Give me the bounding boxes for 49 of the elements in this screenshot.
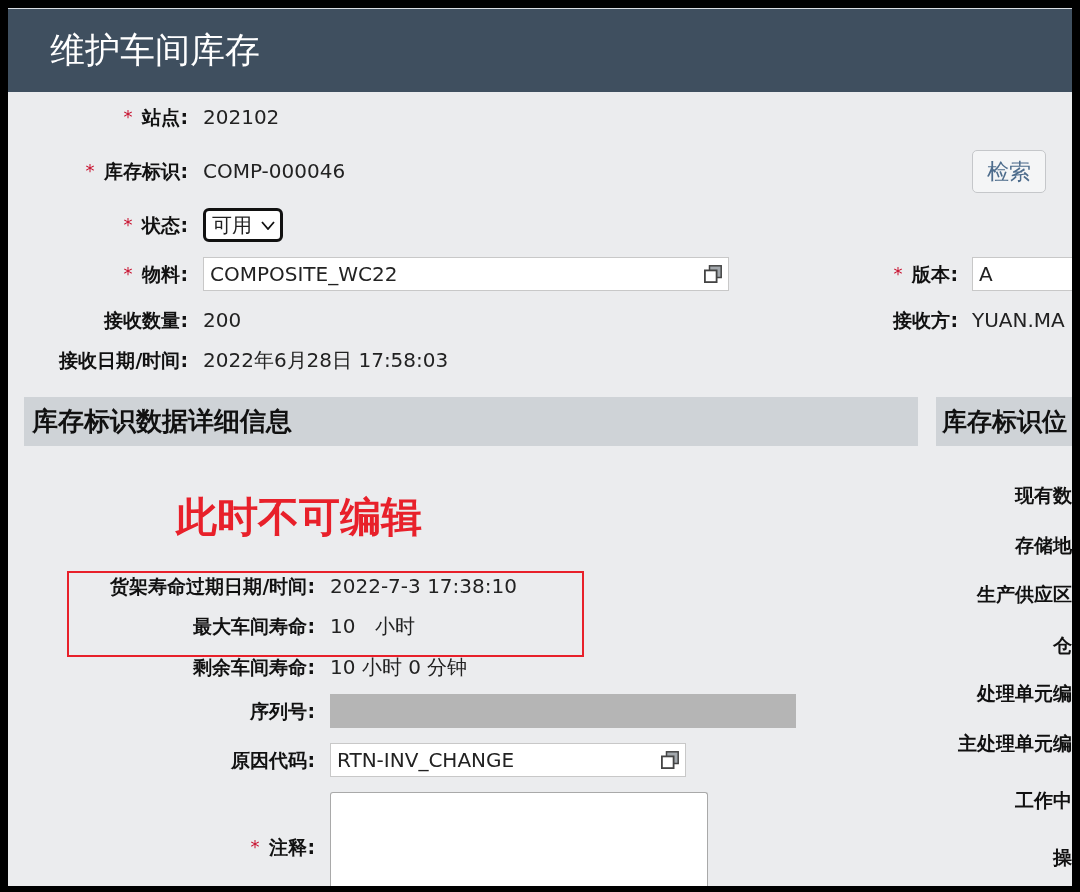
field-label: 现有数: [1015, 482, 1072, 508]
field-label: 状态:: [142, 213, 188, 237]
required-marker: *: [250, 838, 260, 856]
field-label: 仓: [1053, 632, 1072, 658]
field-label: 生产供应区: [977, 581, 1072, 607]
field-value: COMP-000046: [203, 158, 346, 185]
required-marker: *: [85, 162, 95, 180]
field-value: 10: [330, 613, 356, 640]
field-label: 物料:: [142, 262, 188, 286]
field-label: 接收日期/时间:: [59, 348, 188, 372]
field-label: 接收方:: [893, 308, 958, 332]
input-field[interactable]: A: [972, 257, 1072, 291]
annotation-text: 此时不可编辑: [176, 492, 422, 543]
required-marker: *: [123, 265, 133, 283]
required-marker: *: [123, 216, 133, 234]
field-label: 货架寿命过期日期/时间:: [110, 574, 315, 598]
field-label: 主处理单元编: [958, 730, 1072, 756]
section-header: 库存标识位: [936, 397, 1072, 446]
field-label: 工作中: [1015, 787, 1072, 813]
required-marker: *: [893, 265, 903, 283]
field-label: 操: [1053, 844, 1072, 870]
field-value: 10 小时 0 分钟: [330, 654, 468, 681]
input-field[interactable]: RTN-INV_CHANGE: [330, 743, 686, 777]
field-label: 处理单元编: [977, 680, 1072, 706]
section-header: 库存标识数据详细信息: [24, 397, 918, 446]
search-button[interactable]: 检索: [972, 149, 1046, 193]
unit-label: 小时: [375, 613, 416, 640]
required-marker: *: [123, 108, 133, 126]
field-label: 站点:: [142, 105, 188, 129]
page-title: 维护车间库存: [50, 33, 260, 68]
field-value: 2022-7-3 17:38:10: [330, 573, 517, 600]
field-label: 版本:: [912, 262, 958, 286]
field-label: 原因代码:: [231, 748, 315, 772]
chevron-down-icon: [261, 220, 275, 230]
dropdown[interactable]: 可用: [203, 208, 283, 242]
field-label: 序列号:: [250, 698, 315, 723]
field-value: 200: [203, 307, 242, 334]
copy-icon[interactable]: [661, 751, 679, 769]
field-label: 剩余车间寿命:: [193, 655, 315, 679]
input-field[interactable]: COMPOSITE_WC22: [203, 257, 729, 291]
field-label: 存储地: [1015, 532, 1072, 558]
field-label: 注释:: [269, 835, 315, 859]
field-value: 202102: [203, 104, 280, 131]
field-value: YUAN.MA: [972, 307, 1065, 334]
field-label: 最大车间寿命:: [193, 614, 315, 638]
copy-icon[interactable]: [704, 265, 722, 283]
field-label: 接收数量:: [104, 308, 188, 332]
field-label: 库存标识:: [104, 159, 188, 183]
field-value: 2022年6月28日 17:58:03: [203, 347, 449, 374]
